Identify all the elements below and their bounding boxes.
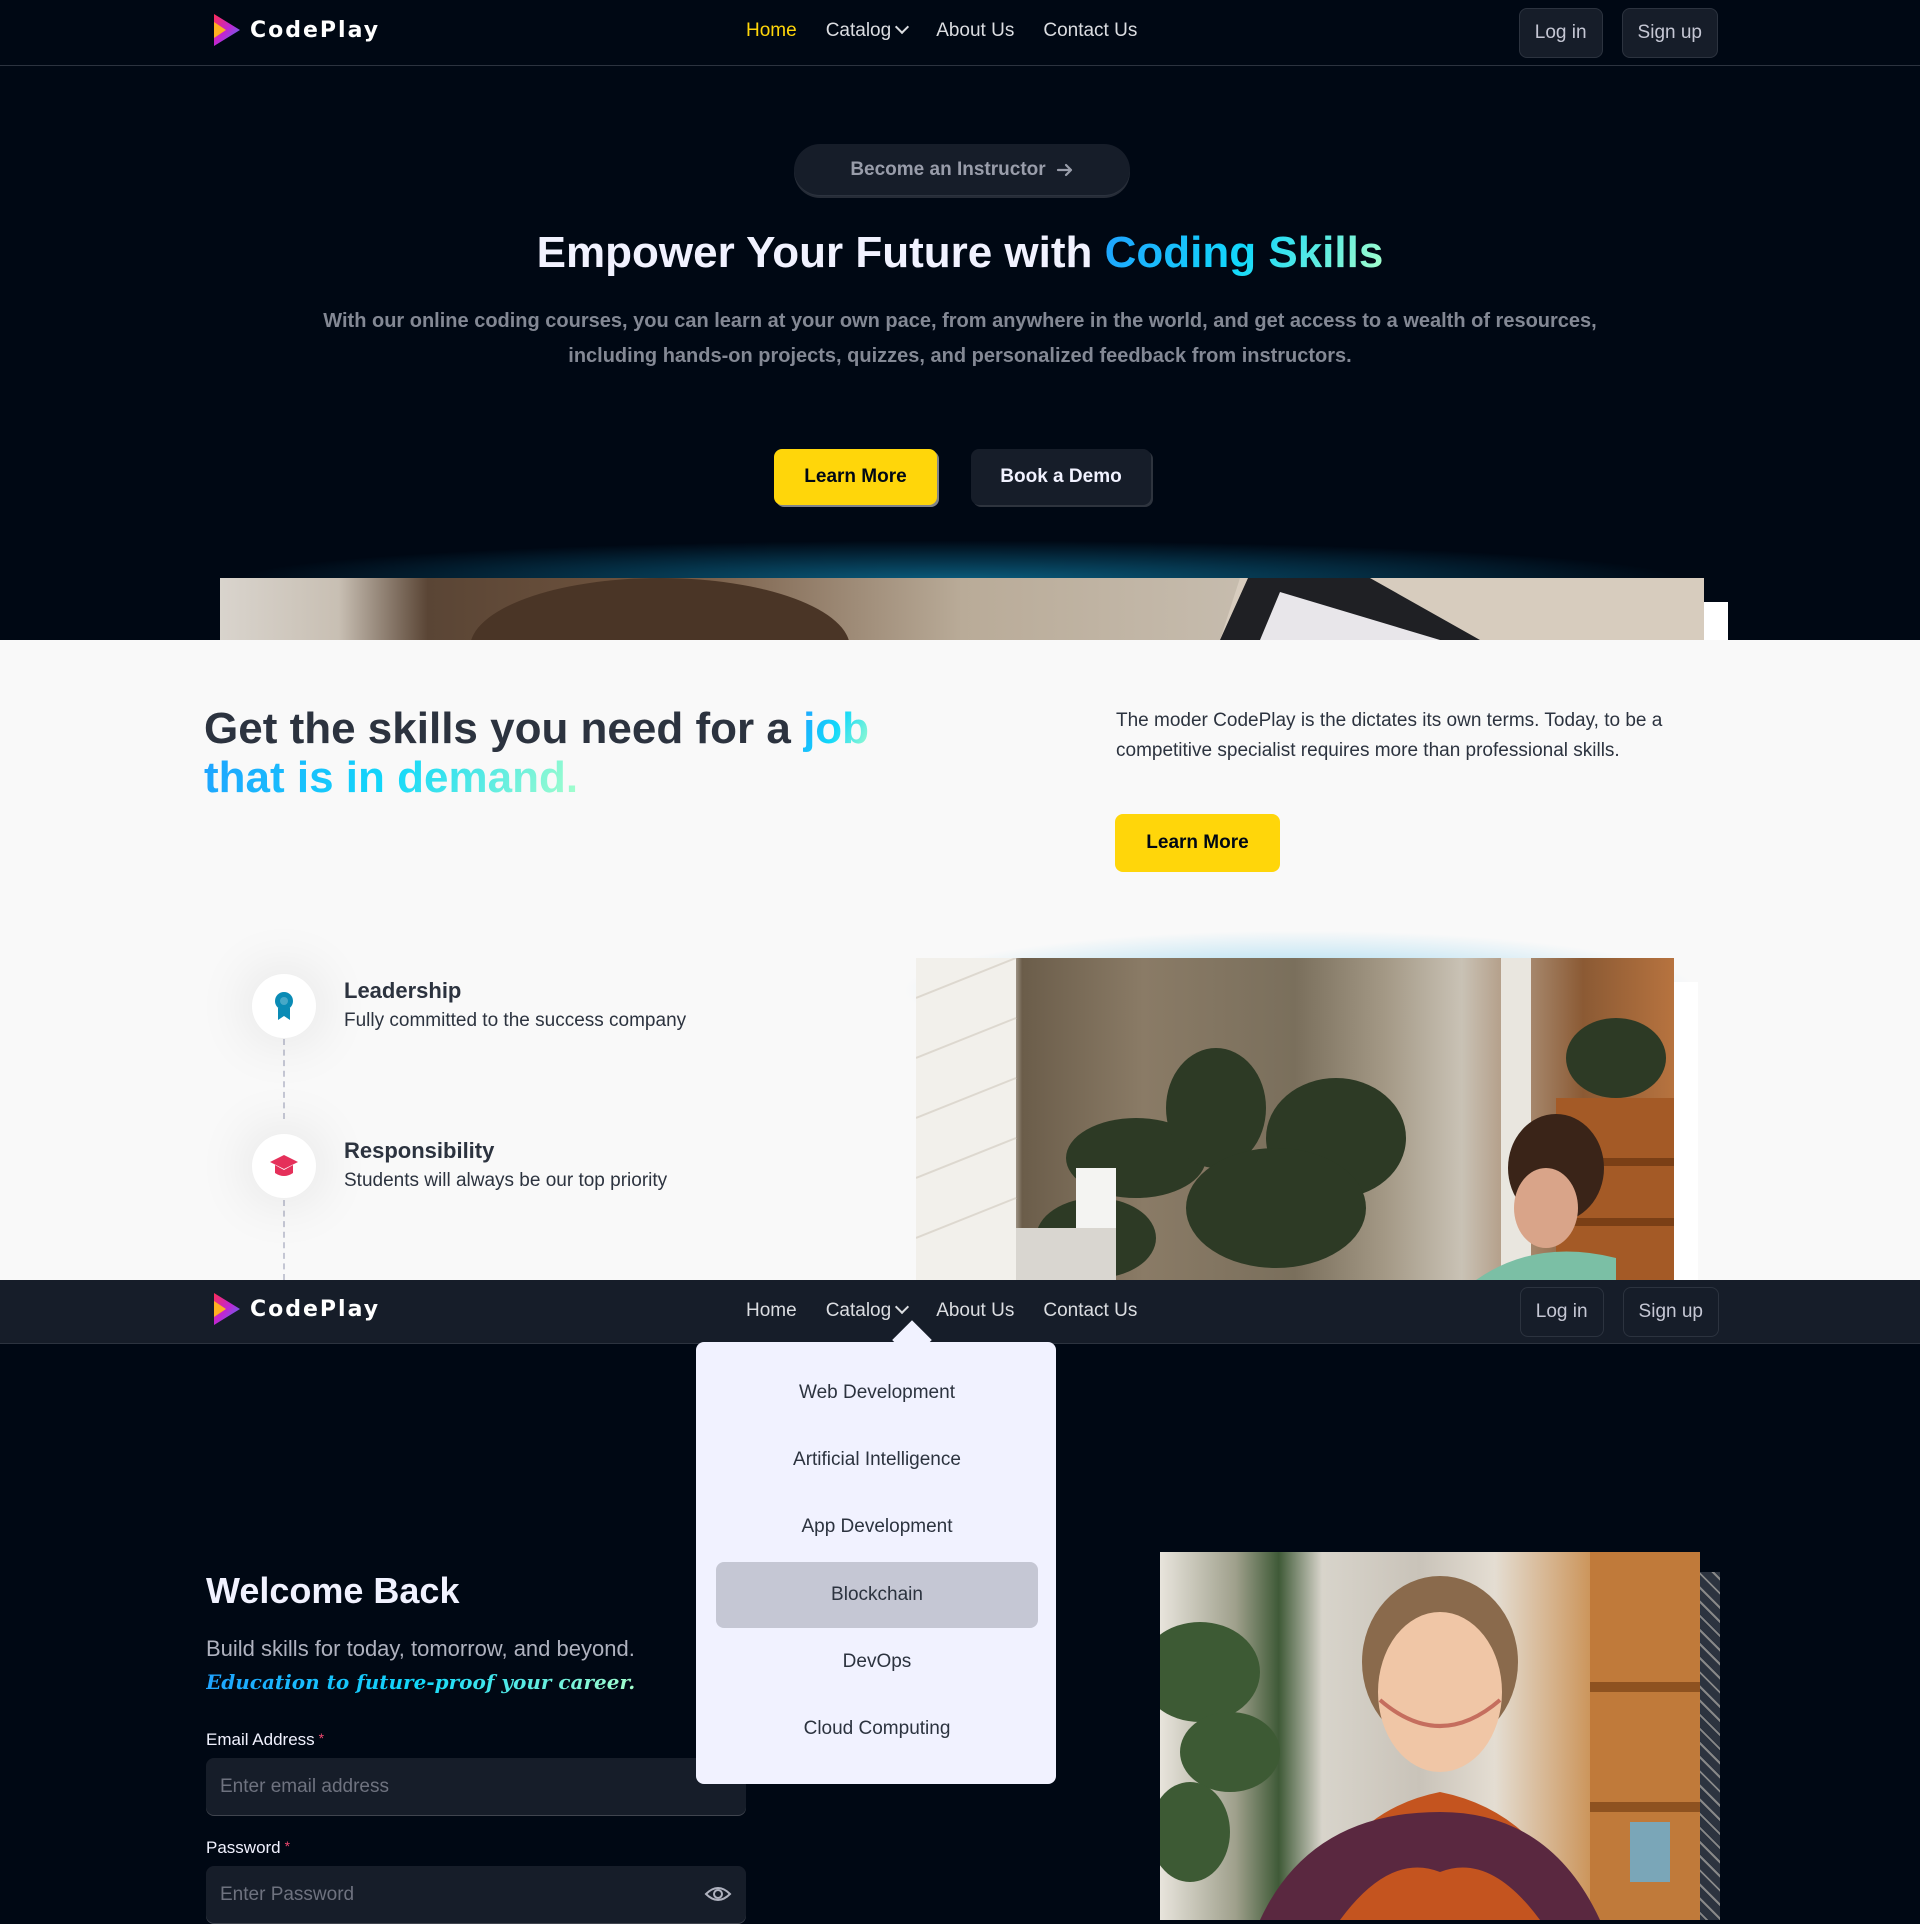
signup-button[interactable]: Sign up (1622, 1287, 1719, 1337)
logo-play-icon (214, 14, 240, 46)
graduation-cap-icon (270, 1155, 298, 1176)
password-label: Password * (206, 1838, 290, 1858)
nav-catalog[interactable]: Catalog (825, 19, 910, 42)
dropdown-item-app-development[interactable]: App Development (716, 1494, 1038, 1560)
login-image (1160, 1552, 1700, 1920)
nav-about[interactable]: About Us (936, 20, 1014, 42)
login-button[interactable]: Log in (1518, 8, 1603, 58)
hero-title-plain: Empower Your Future with (536, 228, 1105, 277)
login-photo-illustration (1160, 1552, 1700, 1920)
chevron-down-icon (895, 19, 910, 35)
timeline-title: Leadership (344, 978, 462, 1003)
brand-logo[interactable]: CodePlay (210, 12, 380, 48)
auth-buttons: Log in Sign up (1519, 1287, 1719, 1337)
brand-logo[interactable]: CodePlay (210, 1291, 380, 1327)
timeline-connector (283, 1039, 285, 1119)
password-placeholder: Enter Password (220, 1884, 355, 1905)
main-nav: Home Catalog About Us Contact Us (746, 1299, 1137, 1322)
nav-contact[interactable]: Contact Us (1043, 1300, 1137, 1322)
required-mark: * (318, 1730, 325, 1746)
arrow-right-icon (1056, 163, 1072, 176)
email-label: Email Address * (206, 1730, 324, 1750)
password-field[interactable]: Enter Password (206, 1866, 746, 1924)
logo-play-icon (214, 1293, 240, 1325)
password-label-text: Password (206, 1838, 281, 1857)
nav-home[interactable]: Home (746, 1300, 797, 1322)
brand-name: CodePlay (250, 17, 381, 43)
nav-catalog-label: Catalog (825, 1300, 892, 1321)
auth-buttons: Log in Sign up (1518, 8, 1718, 58)
skills-photo-illustration (916, 958, 1674, 1280)
dropdown-item-blockchain[interactable]: Blockchain (716, 1562, 1038, 1628)
brand-name: CodePlay (250, 1296, 381, 1322)
login-button[interactable]: Log in (1519, 1287, 1604, 1337)
hero-photo-illustration (471, 578, 1704, 640)
skills-image-frame (1674, 982, 1698, 1280)
top-navbar: CodePlay Home Catalog About Us Contact U… (0, 0, 1920, 66)
nav-catalog[interactable]: Catalog (825, 1299, 910, 1322)
login-subtitle-italic: Education to future-proof your career. (206, 1670, 636, 1694)
dropdown-item-devops[interactable]: DevOps (716, 1629, 1038, 1695)
email-field[interactable]: Enter email address (206, 1758, 746, 1816)
login-title: Welcome Back (206, 1570, 460, 1611)
email-label-text: Email Address (206, 1730, 315, 1749)
medal-icon (275, 992, 293, 1020)
skills-title-highlight-1: job (803, 704, 870, 753)
become-instructor-button[interactable]: Become an Instructor (794, 144, 1130, 196)
skills-description: The moder CodePlay is the dictates its o… (1116, 710, 1663, 761)
nav-contact[interactable]: Contact Us (1043, 20, 1137, 42)
hero-title: Empower Your Future with Coding Skills (0, 228, 1920, 278)
eye-icon[interactable] (704, 1884, 732, 1904)
login-navbar: CodePlay Home Catalog About Us Contact U… (0, 1280, 1920, 1344)
skills-title: Get the skills you need for a job that i… (204, 704, 924, 802)
nav-catalog-label: Catalog (825, 20, 892, 41)
signup-button[interactable]: Sign up (1621, 8, 1718, 58)
timeline-desc: Students will always be our top priority (344, 1170, 668, 1191)
login-subtitle: Build skills for today, tomorrow, and be… (206, 1636, 635, 1661)
nav-about[interactable]: About Us (936, 1300, 1014, 1322)
timeline-connector (283, 1200, 285, 1280)
dropdown-item-cloud-computing[interactable]: Cloud Computing (716, 1696, 1038, 1762)
hero-image (220, 578, 1704, 640)
skills-learn-more-button[interactable]: Learn More (1115, 814, 1280, 872)
login-image-frame (1700, 1572, 1720, 1920)
dropdown-item-web-development[interactable]: Web Development (716, 1360, 1038, 1426)
required-mark: * (284, 1838, 291, 1854)
timeline-desc: Fully committed to the success company (344, 1010, 687, 1031)
hero-image-frame (1704, 602, 1728, 640)
email-placeholder: Enter email address (220, 1776, 389, 1797)
hero-learn-more-button[interactable]: Learn More (774, 449, 937, 505)
dropdown-item-artificial-intelligence[interactable]: Artificial Intelligence (716, 1427, 1038, 1493)
skills-image (916, 958, 1674, 1280)
skills-title-highlight-2: that is in demand. (204, 753, 579, 802)
main-nav: Home Catalog About Us Contact Us (746, 19, 1137, 42)
hero-title-highlight: Coding Skills (1104, 228, 1384, 277)
hero-subtitle: With our online coding courses, you can … (323, 310, 1597, 367)
timeline-title: Responsibility (344, 1138, 495, 1163)
become-instructor-label: Become an Instructor (850, 158, 1046, 180)
book-demo-button[interactable]: Book a Demo (971, 449, 1151, 505)
chevron-down-icon (895, 1299, 910, 1315)
timeline-icon-badge (252, 974, 316, 1038)
timeline-icon-badge (252, 1134, 316, 1198)
nav-home[interactable]: Home (746, 20, 797, 42)
skills-title-plain: Get the skills you need for a (204, 704, 804, 753)
